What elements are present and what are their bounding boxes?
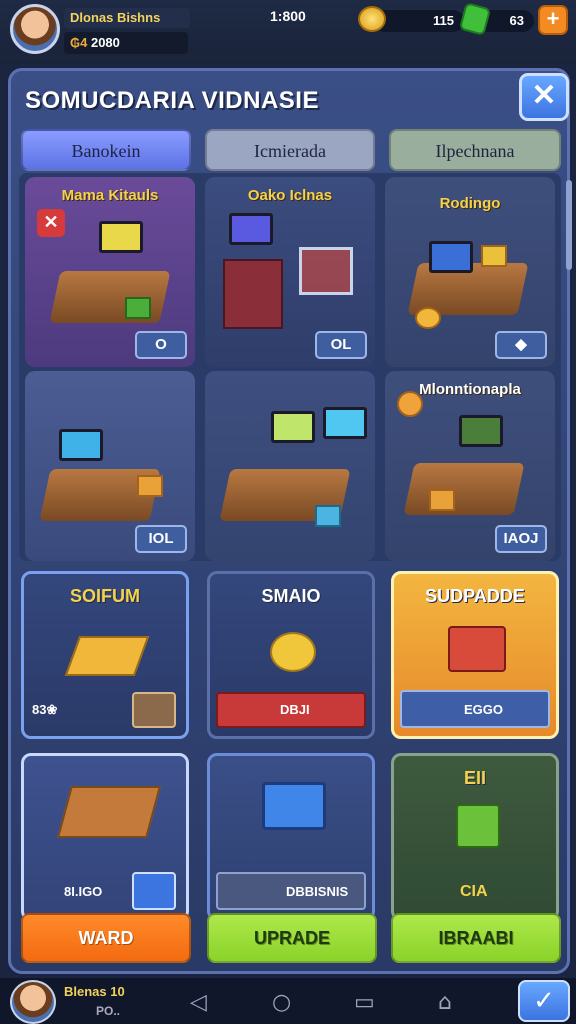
room-card[interactable]: Rodingo ◆ — [385, 177, 555, 367]
room-label: Oako Iclnas — [247, 187, 333, 204]
box-icon — [137, 475, 163, 497]
upgrade-card-locked[interactable]: EII CIA — [391, 753, 559, 921]
close-button[interactable]: ✕ — [519, 73, 569, 121]
room-badge[interactable]: O — [135, 331, 187, 359]
chat-icon[interactable]: ▭ — [354, 990, 375, 1015]
player-level: ₲4 2080 — [64, 32, 188, 54]
monitor-icon — [271, 411, 315, 443]
book-icon — [429, 241, 473, 273]
card-title: SUDPADDE — [425, 586, 525, 606]
room-card[interactable] — [205, 371, 375, 561]
treasure-desk-icon — [57, 786, 161, 838]
room-grid: Mama Kitauls ✕ O Oako Iclnas OL Rodingo … — [19, 173, 561, 561]
room-card[interactable]: IOL — [25, 371, 195, 561]
back-icon[interactable]: ◁ — [190, 990, 207, 1015]
friend-name: Blenas 10 — [64, 984, 125, 999]
coin-counter: 115 — [374, 10, 464, 32]
upgrade-button[interactable]: UPRADE — [207, 913, 377, 963]
room-label: Mama Kitauls — [61, 187, 159, 204]
monitor-icon — [459, 415, 503, 447]
shop-panel: SOMUCDARIA VIDNASIE ✕ Banokein Icmierada… — [8, 68, 570, 974]
card-title: SOIFUM — [70, 586, 140, 606]
add-currency-button[interactable]: + — [538, 5, 568, 35]
top-bar: Dlonas Bishns ₲4 2080 1:800 115 63 + — [0, 0, 576, 64]
box-icon — [262, 782, 326, 830]
box-icon — [315, 505, 341, 527]
cash-icon — [64, 636, 150, 676]
cart-icon — [299, 247, 353, 295]
coin-stack-icon — [270, 632, 316, 672]
coin-icon — [397, 391, 423, 417]
desk-illustration — [403, 463, 525, 515]
card-action-icon[interactable] — [132, 872, 176, 910]
close-icon[interactable]: ✕ — [37, 209, 65, 237]
home-icon[interactable]: ○ — [272, 990, 291, 1015]
card-cost: EGGO — [464, 702, 504, 717]
card-action-icon[interactable] — [132, 692, 176, 728]
tab-banokein[interactable]: Banokein — [21, 129, 191, 171]
bottom-nav: Blenas 10 PO.. ◁ ○ ▭ ⌂ ✓ — [0, 978, 576, 1024]
monitor-icon — [323, 407, 367, 439]
monitor-icon — [99, 221, 143, 253]
tab-icmierada[interactable]: Icmierada — [205, 129, 375, 171]
cabinet-illustration — [223, 259, 283, 329]
card-cost: CIA — [460, 883, 488, 900]
timer-text: 1:800 — [270, 8, 306, 24]
monitor-icon — [229, 213, 273, 245]
ward-button[interactable]: WARD — [21, 913, 191, 963]
upgrade-card-highlighted[interactable]: SUDPADDE EGGO — [391, 571, 559, 739]
card-title: EII — [463, 768, 486, 788]
tab-ilpechnana[interactable]: Ilpechnana — [389, 129, 561, 171]
upgrade-card[interactable]: SOIFUM 83❀ — [21, 571, 189, 739]
player-avatar[interactable] — [10, 4, 60, 54]
coin-stack-icon — [415, 307, 441, 329]
ibraabi-button[interactable]: IBRAABI — [391, 913, 561, 963]
coin-icon — [358, 6, 386, 32]
card-title: SMAIO — [261, 586, 321, 606]
panel-title: SOMUCDARIA VIDNASIE — [25, 87, 319, 114]
upgrade-card[interactable]: SMAIO DBJI — [207, 571, 375, 739]
scrollbar[interactable] — [566, 180, 572, 270]
location-pin-icon[interactable]: ◆ — [495, 331, 547, 359]
room-card[interactable]: Mlonntionapla IAOJ — [385, 371, 555, 561]
friend-subtext: PO.. — [96, 1004, 121, 1018]
card-cost: DBBISNIS — [286, 884, 349, 899]
room-card[interactable]: Oako Iclnas OL — [205, 177, 375, 367]
upgrade-card[interactable]: DBBISNIS — [207, 753, 375, 921]
level-text: 2080 — [90, 35, 120, 50]
player-name: Dlonas Bishns — [64, 8, 190, 28]
room-card[interactable]: Mama Kitauls ✕ O — [25, 177, 195, 367]
box-icon — [429, 489, 455, 511]
house-icon[interactable]: ⌂ — [438, 990, 452, 1015]
cart-icon — [448, 626, 506, 672]
room-badge[interactable]: IAOJ — [495, 525, 547, 553]
upgrade-card[interactable]: 8I.IGO — [21, 753, 189, 921]
room-label: Rodingo — [439, 195, 501, 212]
upload-icon — [456, 804, 500, 848]
room-badge[interactable]: IOL — [135, 525, 187, 553]
room-badge[interactable]: OL — [315, 331, 367, 359]
friend-avatar[interactable] — [10, 980, 56, 1024]
monitor-icon — [59, 429, 103, 461]
level-icon: ₲4 — [70, 35, 88, 50]
cash-stack-icon — [125, 297, 151, 319]
card-cost: 8I.IGO — [64, 884, 103, 899]
card-cost: 83❀ — [32, 702, 58, 717]
desk-illustration — [49, 271, 171, 323]
card-cost: DBJI — [280, 702, 310, 717]
confirm-button[interactable]: ✓ — [518, 980, 570, 1022]
box-icon — [481, 245, 507, 267]
